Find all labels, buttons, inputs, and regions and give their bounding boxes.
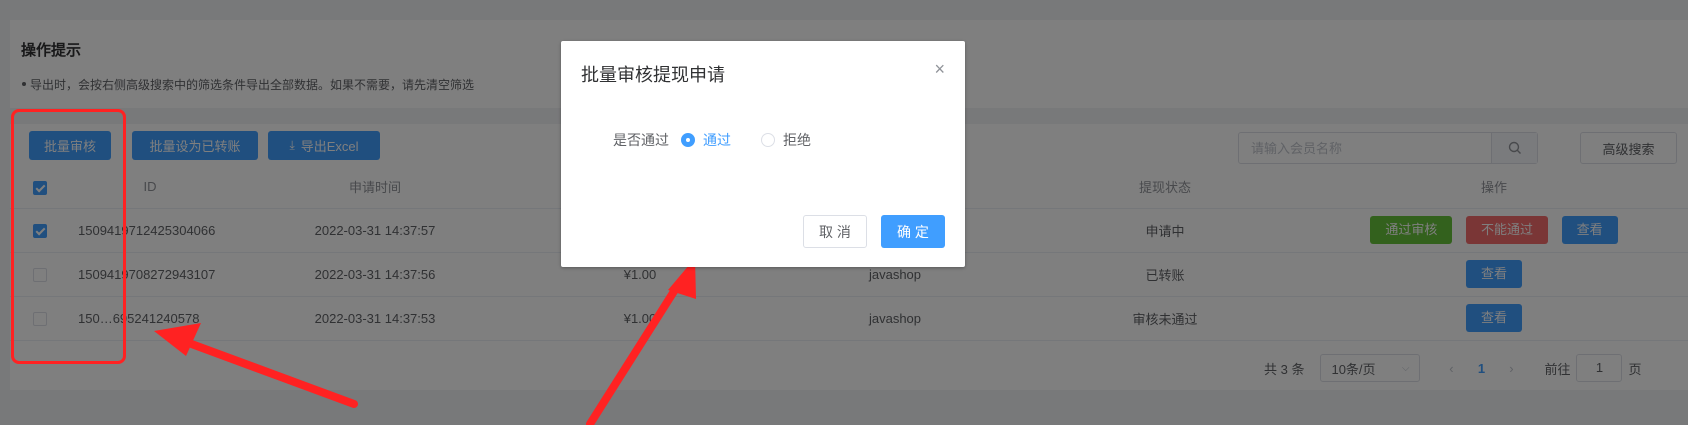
radio-group-label: 是否通过 xyxy=(613,132,669,148)
approve-radio-group: 是否通过 通过 拒绝 xyxy=(613,130,841,150)
dialog-title: 批量审核提现申请 xyxy=(581,65,725,85)
radio-reject-label: 拒绝 xyxy=(783,132,811,148)
annotation-arrow-left xyxy=(174,335,358,408)
annotation-arrowhead-left xyxy=(154,323,201,356)
annotation-arrow-right xyxy=(586,281,682,425)
cancel-button[interactable]: 取 消 xyxy=(803,215,867,248)
radio-reject-circle xyxy=(761,133,775,147)
batch-audit-dialog: 批量审核提现申请 × 是否通过 通过 拒绝 取 消 确 定 xyxy=(561,41,965,267)
radio-reject[interactable]: 拒绝 xyxy=(761,130,811,150)
radio-pass-circle xyxy=(681,133,695,147)
radio-pass-label: 通过 xyxy=(703,132,731,148)
confirm-button[interactable]: 确 定 xyxy=(881,215,945,248)
close-icon[interactable]: × xyxy=(934,59,945,80)
radio-pass[interactable]: 通过 xyxy=(681,130,731,150)
